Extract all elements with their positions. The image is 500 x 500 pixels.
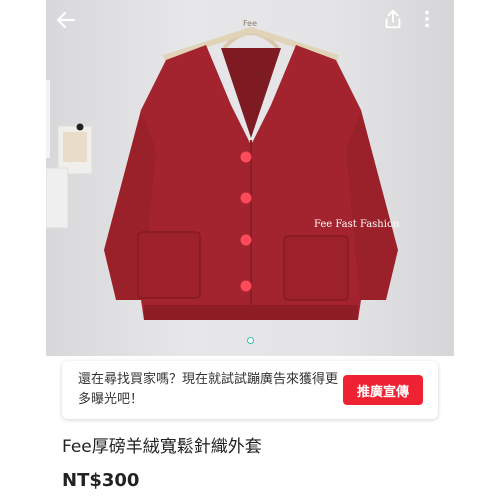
listing-price: NT$300 bbox=[62, 470, 140, 491]
product-photo-illustration: Fee bbox=[46, 19, 398, 320]
back-button[interactable] bbox=[54, 8, 84, 38]
wall-photo-inner bbox=[63, 132, 87, 162]
screen-frame-right bbox=[454, 0, 500, 500]
more-button[interactable] bbox=[416, 8, 446, 38]
screen-frame-left bbox=[0, 0, 46, 500]
cardigan-button bbox=[240, 234, 252, 246]
listing-title: Fee厚磅羊絨寬鬆針織外套 bbox=[62, 437, 262, 457]
cardigan-button bbox=[240, 151, 252, 163]
cardigan-button bbox=[240, 192, 252, 204]
promote-button[interactable]: 推廣宣傳 bbox=[343, 375, 423, 405]
more-vertical-icon bbox=[425, 10, 429, 28]
share-icon bbox=[385, 9, 401, 29]
wall-photo-edge bbox=[46, 80, 50, 158]
cardigan-left-pocket bbox=[137, 231, 201, 299]
carousel-indicator bbox=[46, 336, 454, 344]
wall-photo-small bbox=[46, 167, 69, 229]
hanger-label: Fee bbox=[243, 19, 257, 28]
cardigan-right-pocket bbox=[283, 235, 349, 301]
photo-watermark: Fee Fast Fashion bbox=[314, 219, 400, 230]
carousel-dot[interactable] bbox=[246, 336, 254, 344]
promotion-card: 還在尋找買家嗎？現在就試試蹦廣告來獲得更多曝光吧！ 推廣宣傳 bbox=[62, 361, 438, 419]
cardigan-hem bbox=[144, 305, 358, 320]
promotion-text: 還在尋找買家嗎？現在就試試蹦廣告來獲得更多曝光吧！ bbox=[78, 372, 339, 407]
product-photo[interactable]: Fee Fee Fast Fashion bbox=[46, 0, 454, 356]
listing-screen: Fee Fee Fast Fashion 還在尋找買家嗎？現在就試試蹦廣告來獲得… bbox=[46, 0, 454, 500]
cardigan-button bbox=[240, 280, 252, 292]
share-button[interactable] bbox=[382, 8, 412, 38]
wall-pin bbox=[76, 123, 84, 131]
back-arrow-icon bbox=[56, 11, 76, 29]
